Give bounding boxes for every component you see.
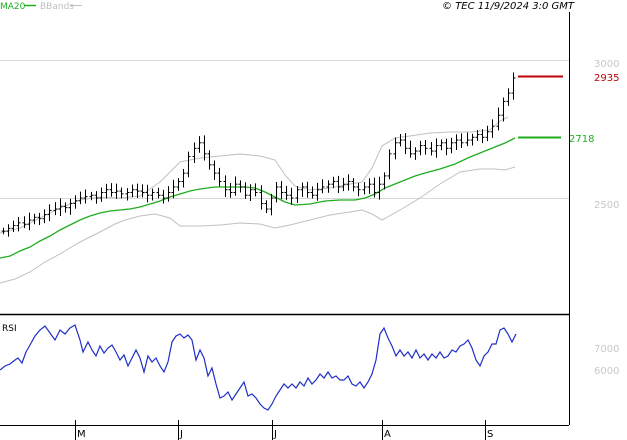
ohlc-bar: [382, 172, 387, 190]
ohlc-bar: [346, 174, 351, 191]
ohlc-bar: [423, 140, 428, 155]
ohlc-bar: [413, 147, 418, 160]
ohlc-bar: [485, 125, 490, 142]
ohlc-bar: [398, 133, 403, 147]
ohlc-bar: [202, 135, 207, 161]
ohlc-bar: [289, 187, 294, 205]
ohlc-bar: [176, 178, 181, 191]
last-price-label: 2935: [594, 73, 619, 84]
ohlc-bar: [264, 200, 269, 214]
ohlc-bar: [434, 138, 439, 158]
ohlc-bar: [269, 193, 274, 216]
rsi-tick-label-60: 6000: [594, 366, 619, 377]
ohlc-bar: [99, 187, 104, 202]
x-tick-label-aug: A: [384, 429, 391, 440]
ohlc-bar: [470, 133, 475, 146]
ohlc-bar: [181, 169, 186, 188]
ohlc-bar: [459, 133, 464, 149]
ohlc-bar: [274, 181, 279, 203]
ohlc-bar: [300, 182, 305, 197]
x-axis-ticks: [75, 420, 486, 440]
x-tick-label-jul: J: [273, 429, 277, 440]
x-tick-label-sep: S: [487, 429, 493, 440]
ohlc-bar: [501, 97, 506, 122]
ohlc-bar: [511, 72, 516, 100]
ohlc-bar: [186, 151, 191, 178]
x-tick-label-jun: J: [179, 429, 183, 440]
ohlc-bar: [130, 184, 135, 198]
ohlc-bar: [104, 183, 109, 199]
ohlc-bar: [145, 184, 150, 203]
ohlc-bars: [1, 72, 516, 237]
ohlc-bar: [449, 137, 454, 154]
ohlc-bar: [362, 181, 367, 195]
ohlc-bar: [279, 181, 284, 200]
ohlc-bar: [228, 182, 233, 198]
ohlc-bar: [161, 189, 166, 204]
ohlc-bar: [418, 140, 423, 156]
ohlc-bar: [78, 191, 83, 205]
ohlc-bar: [233, 176, 238, 196]
ohlc-bar: [83, 189, 88, 204]
ohlc-bar: [253, 183, 258, 197]
ohlc-bar: [16, 217, 21, 232]
ohlc-bar: [207, 150, 212, 170]
ohlc-bar: [295, 186, 300, 203]
x-tick-label-may: M: [77, 429, 86, 440]
ohlc-bar: [465, 132, 470, 147]
legend: MA20 BBands: [0, 2, 82, 12]
ohlc-bar: [377, 176, 382, 200]
ohlc-bar: [341, 177, 346, 192]
ohlc-bar: [326, 180, 331, 193]
ohlc-bar: [27, 212, 32, 231]
ma20-last-label: 2718: [569, 134, 594, 145]
bbands-lower-line: [0, 166, 516, 284]
ohlc-bar: [1, 227, 6, 235]
ohlc-bar: [197, 136, 202, 153]
ohlc-bar: [310, 186, 315, 199]
rsi-tick-label-70: 7000: [594, 344, 619, 355]
ohlc-bar: [223, 175, 228, 197]
ohlc-bar: [212, 160, 217, 181]
ohlc-bar: [119, 187, 124, 199]
ohlc-bar: [439, 139, 444, 151]
ohlc-bar: [284, 185, 289, 200]
ohlc-bar: [454, 134, 459, 150]
ohlc-bar: [444, 138, 449, 156]
ohlc-bar: [53, 202, 58, 216]
ohlc-bar: [496, 107, 501, 131]
ohlc-bar: [63, 202, 68, 213]
ohlc-bar: [356, 182, 361, 197]
ohlc-bar: [393, 137, 398, 160]
ohlc-bar: [506, 88, 511, 106]
ohlc-bar: [114, 183, 119, 199]
copyright-timestamp: © TEC 11/9/2024 3:0 GMT: [442, 1, 575, 12]
bbands-upper-line: [0, 116, 509, 234]
ohlc-bar: [336, 175, 341, 194]
ohlc-bar: [320, 179, 325, 194]
rsi-title: RSI: [2, 324, 17, 334]
ohlc-bar: [429, 141, 434, 156]
ohlc-bar: [217, 167, 222, 187]
ohlc-bar: [408, 140, 413, 158]
legend-bbands-label: BBands: [40, 2, 74, 12]
legend-ma20-label: MA20: [0, 2, 26, 12]
ohlc-bar: [331, 176, 336, 189]
ohlc-bar: [32, 213, 37, 225]
ohlc-bar: [166, 186, 171, 202]
ohlc-bar: [109, 183, 114, 197]
rsi-line: [0, 324, 517, 411]
ohlc-bar: [243, 182, 248, 199]
ohlc-bar: [259, 185, 264, 210]
y-tick-label-3000: 3000: [594, 59, 619, 70]
ohlc-bar: [387, 149, 392, 180]
ohlc-bar: [156, 187, 161, 199]
stock-chart: MA20 BBands © TEC 11/9/2024 3:0 GMT 3000…: [0, 1, 619, 440]
ohlc-bar: [68, 198, 73, 215]
ohlc-bar: [351, 178, 356, 192]
y-tick-label-2500: 2500: [594, 200, 619, 211]
ohlc-bar: [367, 178, 372, 194]
